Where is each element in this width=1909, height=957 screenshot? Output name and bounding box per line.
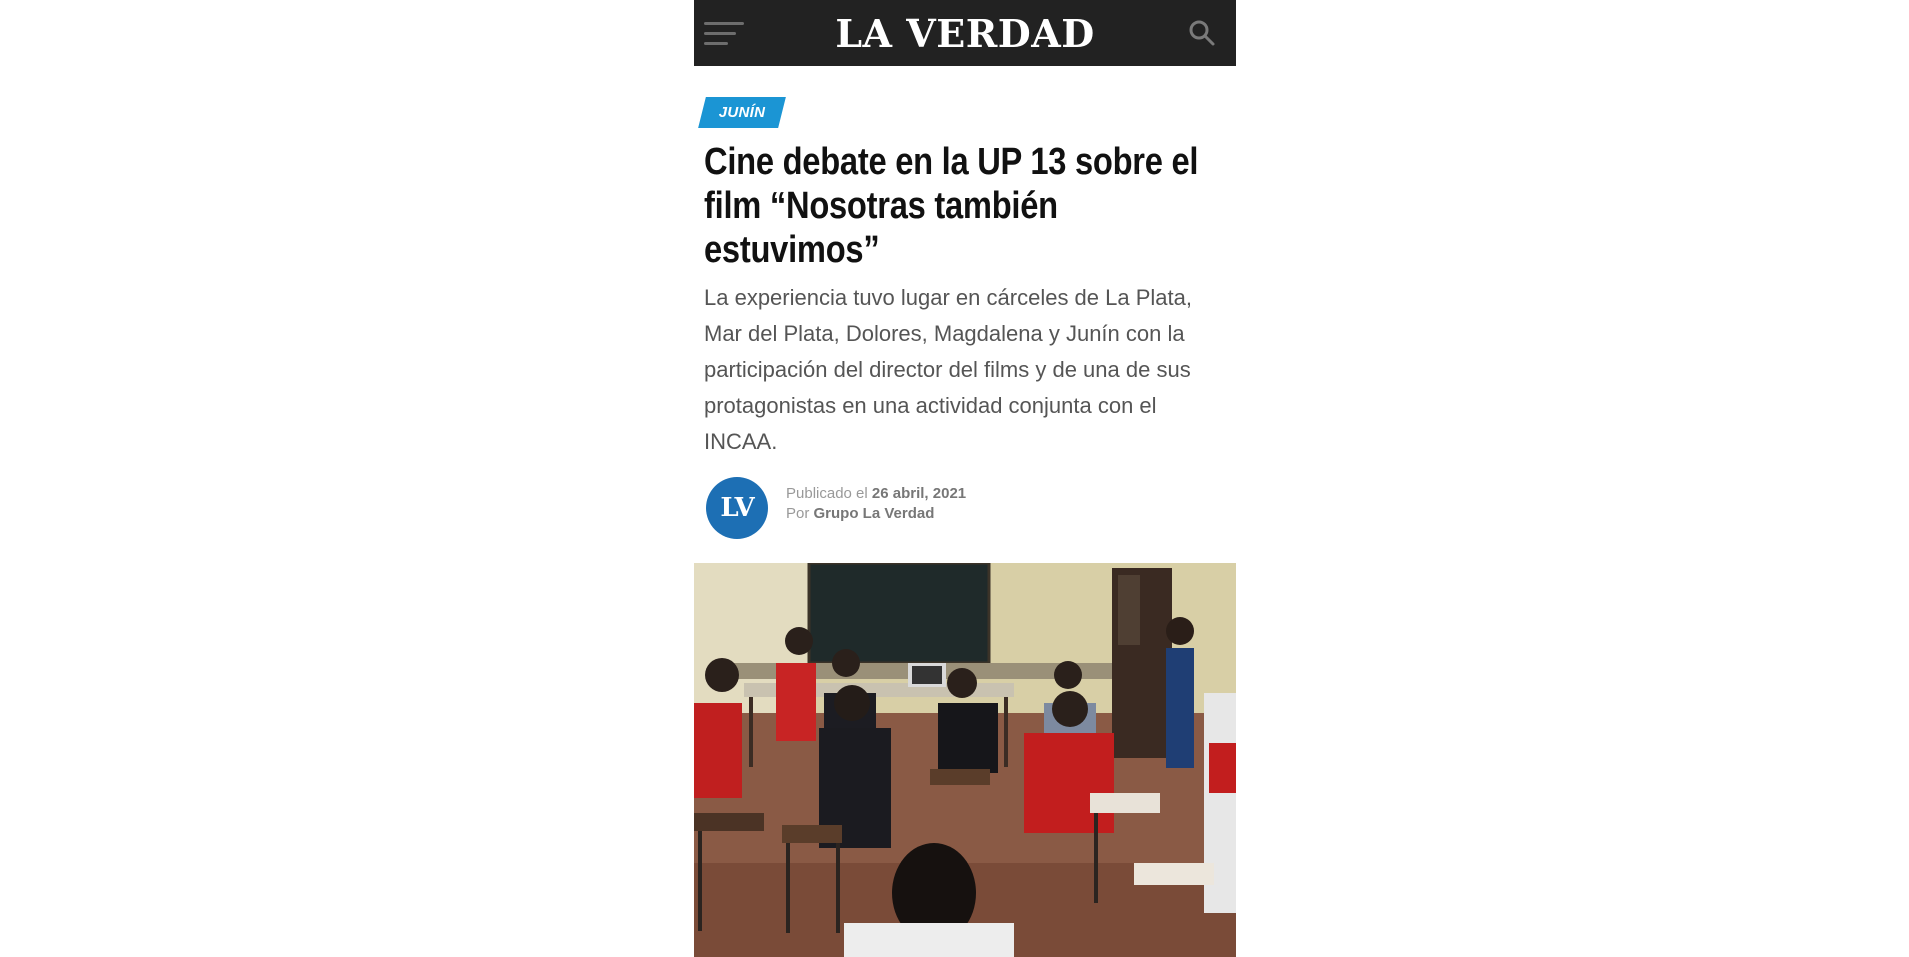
avatar-initials: LV: [720, 493, 754, 523]
article-page: LA VERDAD JUNÍN Cine debate en la UP 13 …: [694, 0, 1236, 957]
article-summary: La experiencia tuvo lugar en cárceles de…: [704, 285, 1192, 454]
article-meta: Publicado el 26 abril, 2021 Por Grupo La…: [786, 484, 966, 524]
author-prefix: Por: [786, 505, 810, 522]
site-logo[interactable]: LA VERDAD: [694, 12, 1236, 56]
top-bar: LA VERDAD: [694, 0, 1236, 66]
author-line: Por Grupo La Verdad: [786, 504, 966, 524]
published-prefix: Publicado el: [786, 485, 868, 502]
article-photo: [694, 563, 1236, 957]
article-headline: Cine debate en la UP 13 sobre el film “N…: [704, 141, 1199, 271]
author-name[interactable]: Grupo La Verdad: [814, 505, 935, 522]
author-avatar[interactable]: LV: [706, 477, 768, 539]
category-label[interactable]: JUNÍN: [702, 97, 782, 128]
publish-line: Publicado el 26 abril, 2021: [786, 484, 966, 504]
published-date: 26 abril, 2021: [871, 485, 967, 502]
search-icon[interactable]: [1188, 19, 1216, 47]
